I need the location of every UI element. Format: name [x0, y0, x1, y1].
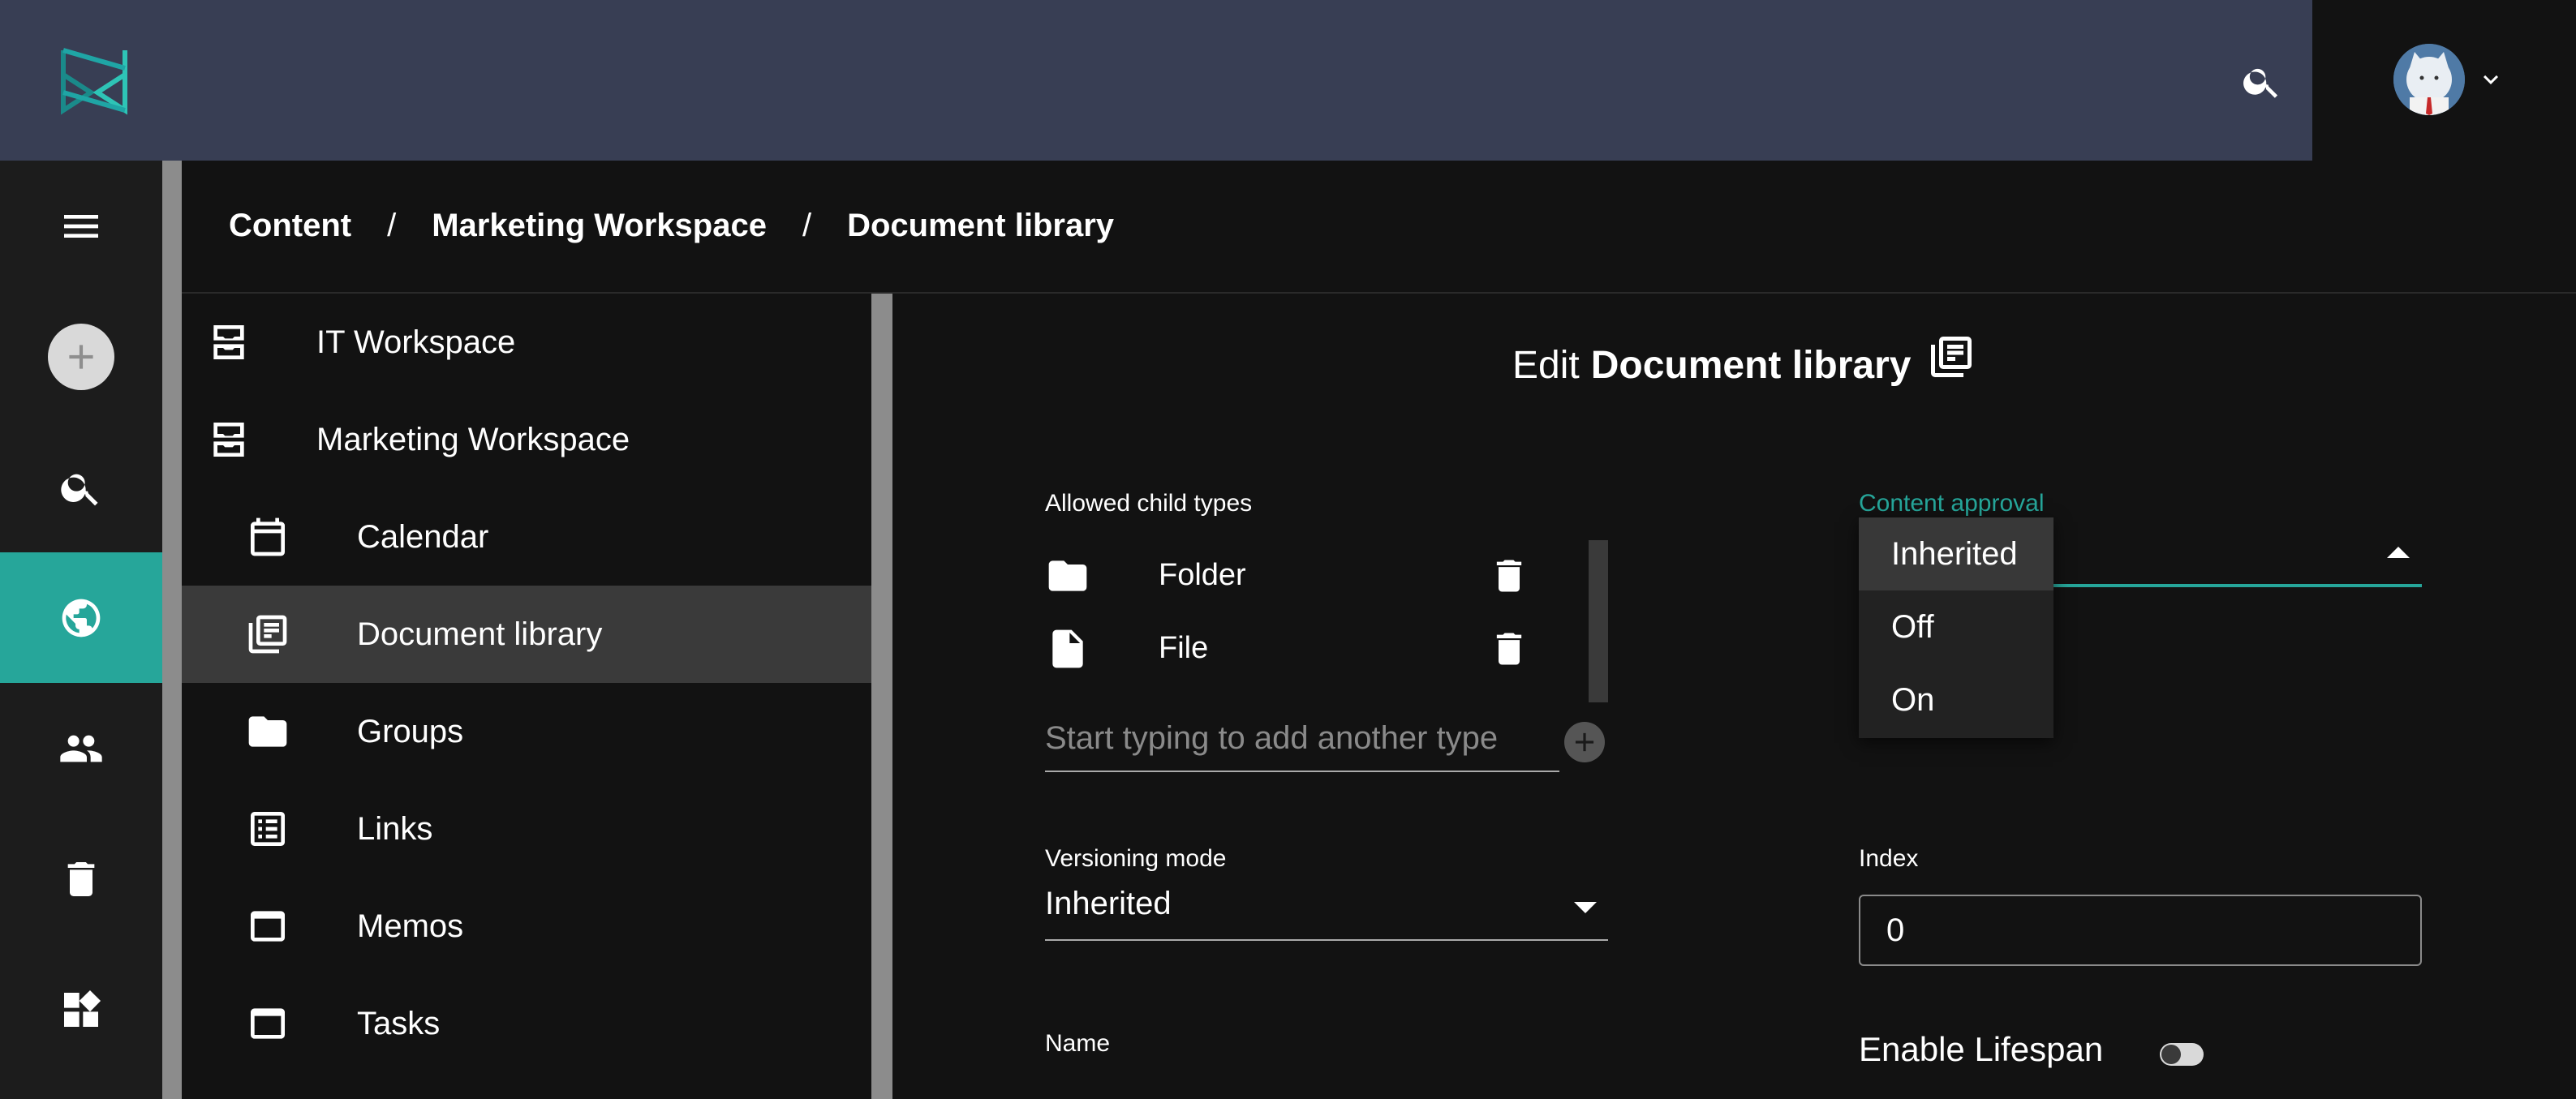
document-library-icon	[245, 612, 290, 657]
workspace-icon	[206, 320, 252, 365]
child-type-row-folder: Folder	[1045, 543, 1532, 608]
search-icon	[61, 474, 98, 505]
chevron-down-icon[interactable]	[2473, 65, 2509, 94]
page-title-prefix: Edit	[1512, 343, 1580, 387]
content-tree: IT Workspace Marketing Workspace Calenda…	[182, 294, 871, 1099]
trash-icon	[1496, 633, 1522, 665]
enable-lifespan-toggle[interactable]	[2160, 1043, 2204, 1066]
search-icon[interactable]	[2241, 60, 2283, 102]
calendar-icon	[245, 514, 290, 560]
content-approval-option-off[interactable]: Off	[1859, 590, 2053, 663]
index-label: Index	[1859, 845, 1919, 872]
document-library-icon	[1931, 337, 1972, 377]
allowed-child-types-label: Allowed child types	[1045, 490, 1253, 517]
child-type-label: Folder	[1159, 558, 1246, 592]
window-icon	[245, 1001, 290, 1046]
tree-item-links[interactable]: Links	[182, 780, 871, 878]
breadcrumb-marketing-workspace[interactable]: Marketing Workspace	[432, 208, 767, 244]
folder-icon	[245, 709, 290, 754]
trash-icon	[67, 861, 95, 896]
rail-scrollbar[interactable]	[162, 161, 182, 1099]
versioning-mode-value: Inherited	[1045, 886, 1172, 921]
list-icon	[245, 806, 290, 852]
account-area	[2312, 0, 2576, 161]
tree-item-label: Document library	[357, 616, 603, 652]
tree-item-label: Tasks	[357, 1005, 441, 1041]
enable-lifespan-label: Enable Lifespan	[1859, 1030, 2104, 1068]
index-input[interactable]: 0	[1859, 895, 2422, 966]
tree-item-label: Calendar	[357, 518, 489, 555]
versioning-mode-label: Versioning mode	[1045, 845, 1227, 872]
content-approval-label: Content approval	[1859, 490, 2045, 517]
tree-item-label: Marketing Workspace	[316, 421, 630, 457]
avatar[interactable]	[2393, 44, 2465, 115]
caret-down-icon	[1574, 902, 1597, 913]
child-type-row-file: File	[1045, 616, 1532, 681]
page-title: Edit Document library	[1512, 333, 1976, 397]
trash-icon	[1496, 560, 1522, 592]
toggle-knob	[2161, 1045, 2181, 1064]
add-icon	[1575, 732, 1594, 752]
breadcrumb-document-library[interactable]: Document library	[847, 208, 1114, 244]
add-child-type-button[interactable]	[1564, 722, 1605, 762]
tree-item-label: Memos	[357, 908, 464, 944]
caret-up-icon[interactable]	[2387, 547, 2410, 558]
tree-item-label: IT Workspace	[316, 324, 516, 360]
workspace-icon	[206, 417, 252, 462]
tree-item-groups[interactable]: Groups	[182, 683, 871, 780]
add-icon	[48, 323, 114, 390]
child-types-scrollbar[interactable]	[1589, 540, 1608, 702]
name-label: Name	[1045, 1030, 1111, 1057]
rail-content-button[interactable]	[0, 552, 162, 683]
index-value: 0	[1886, 912, 1905, 948]
tree-scrollbar[interactable]	[871, 294, 892, 1099]
navigation-rail	[0, 161, 162, 1099]
tree-item-tasks[interactable]: Tasks	[182, 975, 871, 1072]
brand-logo-icon[interactable]	[58, 44, 130, 117]
tree-item-label: Groups	[357, 713, 464, 749]
page-title-name: Document library	[1590, 343, 1912, 387]
tree-item-marketing-workspace[interactable]: Marketing Workspace	[182, 391, 871, 488]
content-approval-menu: Inherited Off On	[1859, 517, 2053, 738]
content-approval-option-on[interactable]: On	[1859, 663, 2053, 736]
rail-widgets-button[interactable]	[0, 944, 162, 1075]
breadcrumb: Content / Marketing Workspace / Document…	[229, 201, 1114, 250]
top-app-bar	[0, 0, 2312, 161]
tree-item-document-library[interactable]: Document library	[182, 586, 871, 683]
widgets-icon	[64, 990, 101, 1027]
tree-item-memos[interactable]: Memos	[182, 878, 871, 975]
add-child-type-input[interactable]	[1045, 706, 1559, 772]
child-type-label: File	[1159, 631, 1209, 665]
file-icon	[1045, 626, 1090, 672]
add-content-button[interactable]	[0, 291, 162, 422]
rail-search-button[interactable]	[0, 422, 162, 552]
breadcrumb-separator: /	[802, 207, 812, 243]
rail-trash-button[interactable]	[0, 814, 162, 944]
tree-item-label: Links	[357, 810, 433, 847]
delete-file-type-button[interactable]	[1488, 628, 1530, 670]
tree-item-calendar[interactable]: Calendar	[182, 488, 871, 586]
breadcrumb-content[interactable]: Content	[229, 208, 351, 244]
folder-icon	[1045, 553, 1090, 599]
users-icon	[60, 735, 102, 762]
rail-users-button[interactable]	[0, 683, 162, 814]
menu-icon	[64, 214, 98, 238]
content-approval-option-inherited[interactable]: Inherited	[1859, 517, 2053, 590]
globe-icon	[62, 599, 101, 637]
delete-folder-type-button[interactable]	[1488, 555, 1530, 597]
breadcrumb-separator: /	[387, 207, 397, 243]
menu-button[interactable]	[0, 161, 162, 291]
versioning-mode-select[interactable]: Inherited	[1045, 878, 1608, 941]
window-icon	[245, 904, 290, 949]
tree-item-it-workspace[interactable]: IT Workspace	[182, 294, 871, 391]
